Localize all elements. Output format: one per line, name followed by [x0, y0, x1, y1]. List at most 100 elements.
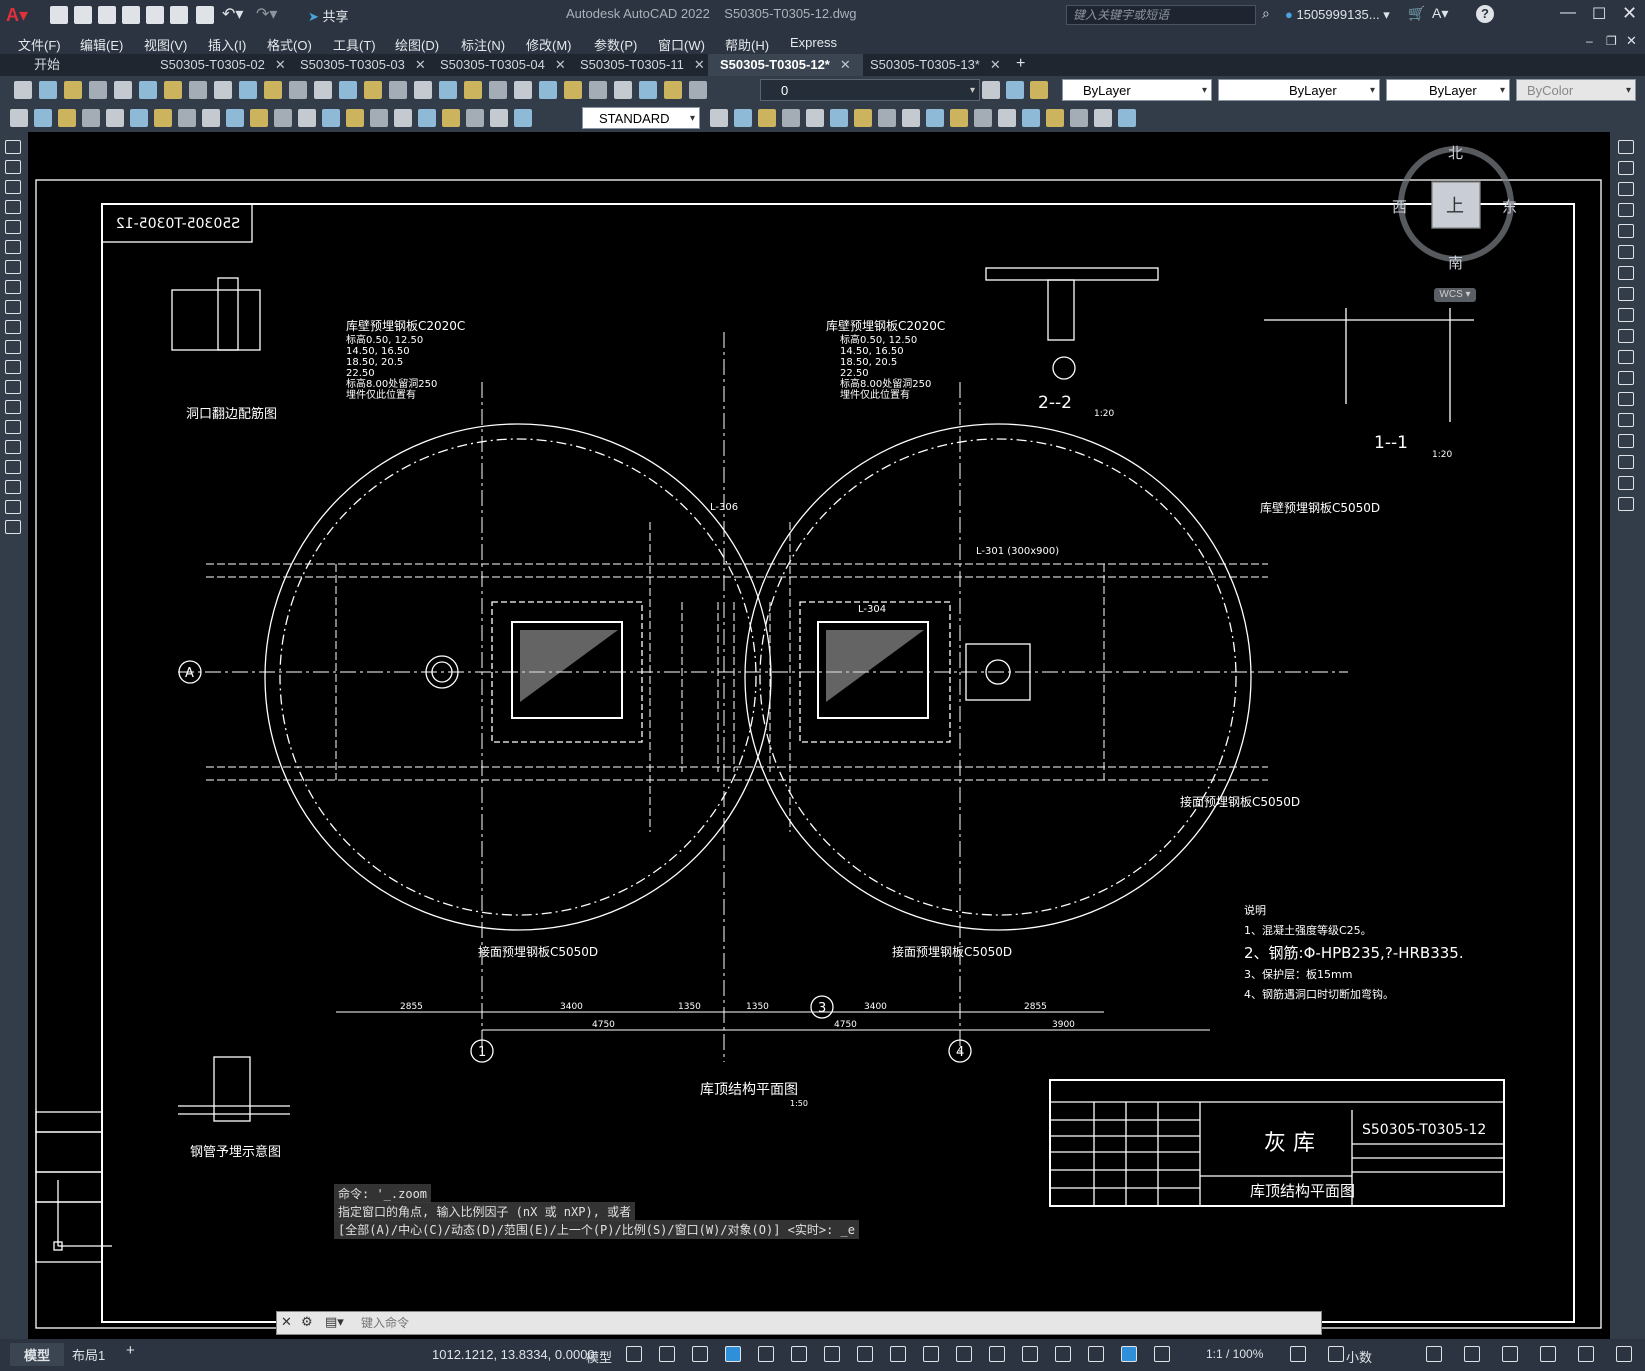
sweep-icon[interactable] [926, 109, 944, 127]
scale-icon[interactable] [1618, 287, 1634, 301]
menu-dimension[interactable]: 标注(N) [461, 35, 505, 54]
extend-icon[interactable] [1618, 350, 1634, 364]
revolve-icon[interactable] [902, 109, 920, 127]
extrude-icon[interactable] [878, 109, 896, 127]
freeze-icon[interactable] [639, 81, 657, 99]
a360-icon[interactable]: A▾ [1432, 5, 1448, 22]
command-close-icon[interactable]: ✕ [281, 1314, 292, 1330]
paste-icon[interactable] [214, 81, 232, 99]
design-center-icon[interactable] [439, 81, 457, 99]
arc-dim-icon[interactable] [58, 109, 76, 127]
line-icon[interactable] [5, 140, 21, 154]
menu-file[interactable]: 文件(F) [18, 35, 61, 54]
space-dim-icon[interactable] [274, 109, 292, 127]
autocad-logo-icon[interactable]: A▾ [6, 5, 28, 25]
fillet-icon[interactable] [1618, 455, 1634, 469]
jogged-dim-icon[interactable] [130, 109, 148, 127]
color-dropdown[interactable]: ByLayer ▾ [1062, 79, 1212, 101]
menu-parametric[interactable]: 参数(P) [594, 35, 637, 54]
radius-dim-icon[interactable] [106, 109, 124, 127]
add-selected-icon[interactable] [5, 520, 21, 534]
menu-edit[interactable]: 编辑(E) [80, 35, 123, 54]
tool-palette-icon[interactable] [464, 81, 482, 99]
lineweight-dropdown[interactable]: ByLayer ▾ [1386, 79, 1510, 101]
sheet-set-icon[interactable] [489, 81, 507, 99]
match-icon[interactable] [239, 81, 257, 99]
stretch-icon[interactable] [1618, 308, 1634, 322]
spline-icon[interactable] [5, 300, 21, 314]
transparency-icon[interactable] [923, 1346, 939, 1362]
wedge-icon[interactable] [734, 109, 752, 127]
pyramid-icon[interactable] [854, 109, 872, 127]
quick-dim-icon[interactable] [202, 109, 220, 127]
continue-dim-icon[interactable] [250, 109, 268, 127]
lock-icon[interactable] [664, 81, 682, 99]
redo-icon[interactable]: ↷▾ [256, 4, 277, 24]
menu-insert[interactable]: 插入(I) [208, 35, 246, 54]
drawing-canvas[interactable]: S50305-T0305-12 库顶结构平面图 1:50 洞口翻边配筋图 钢管予… [28, 132, 1610, 1339]
close-button[interactable]: ✕ [1622, 3, 1637, 24]
baseline-dim-icon[interactable] [226, 109, 244, 127]
cylinder-icon[interactable] [806, 109, 824, 127]
hardware-accel-icon[interactable] [1578, 1346, 1594, 1362]
linetype-dropdown[interactable]: ByLayer ▾ [1218, 79, 1380, 101]
polar-icon[interactable] [758, 1346, 774, 1362]
close-icon[interactable]: ✕ [840, 57, 851, 72]
loft-icon[interactable] [950, 109, 968, 127]
selection-cycling-icon[interactable] [956, 1346, 972, 1362]
viewcube-top[interactable]: 上 [1446, 196, 1464, 217]
osnap-icon[interactable] [857, 1346, 873, 1362]
help-icon[interactable] [564, 81, 582, 99]
hatch-icon[interactable] [5, 420, 21, 434]
interfere-icon[interactable] [1094, 109, 1112, 127]
plot-icon[interactable] [89, 81, 107, 99]
table-icon[interactable] [5, 480, 21, 494]
quick-properties-icon[interactable] [1464, 1346, 1480, 1362]
menu-express[interactable]: Express [790, 35, 837, 50]
cart-icon[interactable]: 🛒 [1408, 5, 1425, 22]
close-icon[interactable]: ✕ [694, 57, 705, 72]
command-input[interactable] [361, 1314, 1261, 1332]
doc-restore-icon[interactable]: ❐ [1606, 34, 1617, 48]
isolate-icon[interactable] [1540, 1346, 1556, 1362]
revision-cloud-icon[interactable] [5, 280, 21, 294]
polyline-icon[interactable] [5, 180, 21, 194]
zoom-icon[interactable] [339, 81, 357, 99]
sphere-icon[interactable] [782, 109, 800, 127]
undo-icon[interactable]: ↶▾ [222, 4, 243, 24]
aligned-dim-icon[interactable] [34, 109, 52, 127]
3d-osnap-icon[interactable] [989, 1346, 1005, 1362]
arc-icon[interactable] [5, 240, 21, 254]
zoom-prev-icon[interactable] [389, 81, 407, 99]
annotation-monitor-icon[interactable] [1328, 1346, 1344, 1362]
multiline-text-icon[interactable] [5, 500, 21, 514]
erase-icon[interactable] [1618, 140, 1634, 154]
command-recent-icon[interactable]: ▤▾ [325, 1314, 344, 1330]
menu-draw[interactable]: 绘图(D) [395, 35, 439, 54]
markup-icon[interactable] [514, 81, 532, 99]
plot-icon[interactable] [196, 6, 214, 24]
dimstyle-dropdown[interactable]: STANDARD ▾ [582, 107, 700, 129]
blend-icon[interactable] [1618, 476, 1634, 490]
chamfer-icon[interactable] [1618, 434, 1634, 448]
menu-window[interactable]: 窗口(W) [658, 35, 705, 54]
subtract-icon[interactable] [998, 109, 1016, 127]
edit-dim-icon[interactable] [418, 109, 436, 127]
new-icon[interactable] [14, 81, 32, 99]
text-icon[interactable] [514, 109, 532, 127]
tab-doc-04[interactable]: S50305-T0305-04 ✕ [428, 54, 578, 76]
ordinate-dim-icon[interactable] [82, 109, 100, 127]
linear-dim-icon[interactable] [10, 109, 28, 127]
join-icon[interactable] [1618, 413, 1634, 427]
cube-icon[interactable] [710, 109, 728, 127]
ortho-icon[interactable] [725, 1346, 741, 1362]
grid-icon[interactable] [626, 1346, 642, 1362]
close-icon[interactable]: ✕ [415, 57, 426, 72]
workspace-icon[interactable] [1290, 1346, 1306, 1362]
edit-text-icon[interactable] [442, 109, 460, 127]
osnap-track-icon[interactable] [824, 1346, 840, 1362]
save-icon[interactable] [98, 6, 116, 24]
break-at-point-icon[interactable] [1618, 371, 1634, 385]
share-button[interactable]: ➤ 共享 [308, 6, 349, 25]
command-customize-icon[interactable]: ⚙ [301, 1314, 313, 1330]
